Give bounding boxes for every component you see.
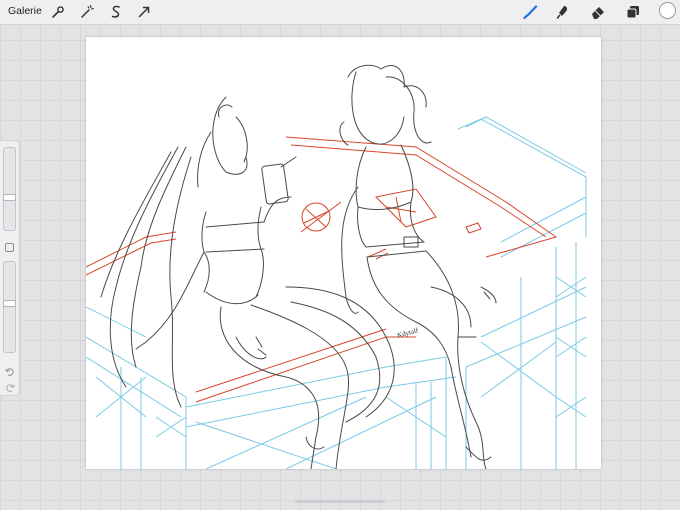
selection-icon[interactable] xyxy=(108,4,124,20)
modify-button[interactable] xyxy=(5,243,14,252)
smudge-icon[interactable] xyxy=(555,4,571,20)
drawing-canvas[interactable]: Kdytalf xyxy=(86,37,601,469)
wrench-icon[interactable] xyxy=(50,4,66,20)
redo-arrow-icon[interactable] xyxy=(4,381,16,393)
red-platform-sketch xyxy=(86,136,558,403)
artwork-sketch xyxy=(86,64,587,469)
eraser-icon[interactable] xyxy=(590,4,606,20)
brush-size-slider[interactable] xyxy=(3,147,16,231)
transform-arrow-icon[interactable] xyxy=(136,4,152,20)
brush-size-handle[interactable] xyxy=(3,194,16,201)
figure-line-art xyxy=(100,64,497,469)
color-picker-swatch[interactable] xyxy=(659,2,676,19)
top-toolbar: Galerie xyxy=(0,0,680,25)
layers-icon[interactable] xyxy=(625,4,641,20)
home-indicator xyxy=(295,500,385,503)
brush-opacity-slider[interactable] xyxy=(3,261,16,353)
brush-opacity-handle[interactable] xyxy=(3,300,16,307)
magic-wand-icon[interactable] xyxy=(79,4,95,20)
undo-arrow-icon[interactable] xyxy=(4,365,16,377)
gallery-button[interactable]: Galerie xyxy=(8,5,42,17)
brush-icon[interactable] xyxy=(522,4,538,20)
side-panel xyxy=(0,140,20,396)
